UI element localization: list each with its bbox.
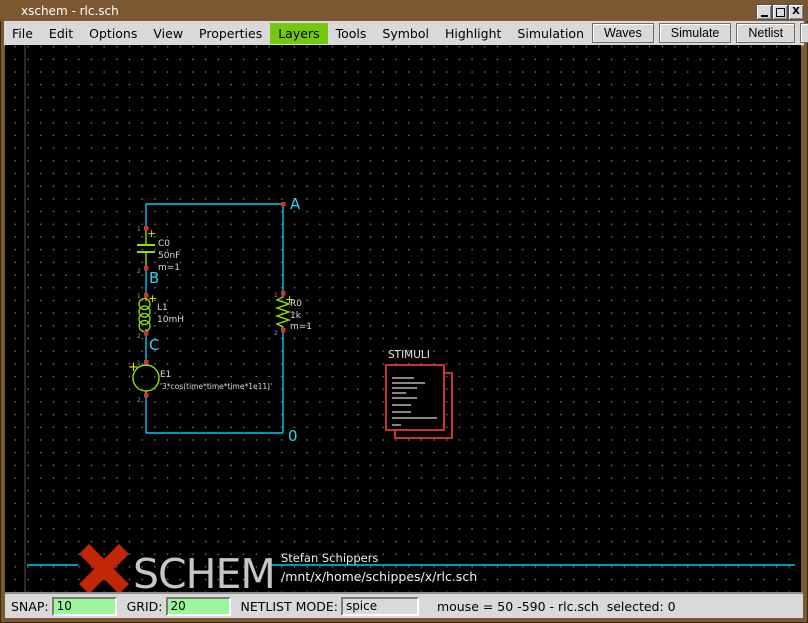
node-label-gnd: 0 <box>288 427 298 445</box>
simulate-button[interactable]: Simulate <box>659 23 732 43</box>
menu-item-options[interactable]: Options <box>81 23 145 44</box>
schematic-drawing: + 1 2 C0 50nF m=1 + <box>5 45 801 592</box>
menu-item-simulation[interactable]: Simulation <box>509 23 592 44</box>
status-bar: SNAP: GRID: NETLIST MODE: mouse = 50 -59… <box>5 592 803 618</box>
snap-label: SNAP: <box>11 599 49 614</box>
inductor-symbol[interactable]: + 1 2 L1 10mH <box>137 292 184 340</box>
close-icon[interactable]: X <box>788 4 804 20</box>
menu-item-tools[interactable]: Tools <box>328 23 375 44</box>
pin-number: 1 <box>137 360 141 367</box>
pin-square <box>144 393 149 398</box>
maximize-icon[interactable] <box>772 4 788 20</box>
pin-number: 2 <box>137 397 141 404</box>
node-label-a: A <box>290 195 301 213</box>
capacitor-symbol[interactable]: + 1 2 C0 50nF m=1 <box>137 226 180 275</box>
grid-input[interactable] <box>166 597 231 616</box>
pin-square <box>144 266 149 271</box>
plus-mark: + <box>147 227 156 240</box>
pin-square <box>281 328 286 333</box>
xschem-logo: SCHEM <box>84 549 275 592</box>
logo-text: SCHEM <box>133 550 275 592</box>
menu-item-symbol[interactable]: Symbol <box>374 23 437 44</box>
pin-square <box>144 360 149 365</box>
schematic-canvas[interactable]: + 1 2 C0 50nF m=1 + <box>5 45 801 592</box>
menu-bar: File Edit Options View Properties Layers… <box>4 21 804 46</box>
capacitor-mult: m=1 <box>158 263 180 273</box>
snap-input[interactable] <box>52 597 117 616</box>
plus-mark: + <box>148 292 157 305</box>
waves-button[interactable]: Waves <box>592 23 654 43</box>
xschem-window: xschem - rlc.sch X File Edit Options Vie… <box>0 0 808 623</box>
capacitor-ref: C0 <box>158 239 170 249</box>
pin-square <box>281 202 286 207</box>
pin-number: 1 <box>137 293 141 300</box>
menu-item-file[interactable]: File <box>4 23 41 44</box>
netlist-mode-input[interactable] <box>341 597 419 616</box>
window-title: xschem - rlc.sch <box>21 4 119 18</box>
pin-number: 2 <box>274 330 278 337</box>
resistor-symbol[interactable]: + 1 2 R0 1k m=1 <box>274 291 312 337</box>
menu-item-view[interactable]: View <box>145 23 191 44</box>
stimuli-label: STIMULI <box>388 349 430 361</box>
node-label-b: B <box>149 269 159 287</box>
inductor-value: 10mH <box>157 315 184 325</box>
netlist-mode-label: NETLIST MODE: <box>241 599 338 614</box>
pin-number: 2 <box>137 333 141 340</box>
pin-number: 2 <box>137 268 141 275</box>
menu-item-edit[interactable]: Edit <box>41 23 81 44</box>
minimize-icon[interactable] <box>756 4 772 20</box>
grid-label: GRID: <box>127 599 163 614</box>
inductor-ref: L1 <box>157 303 168 313</box>
resistor-ref: R0 <box>290 299 302 309</box>
logo-x-icon <box>84 549 124 589</box>
menu-item-layers[interactable]: Layers <box>270 23 327 44</box>
netlist-button[interactable]: Netlist <box>736 23 795 43</box>
mouse-status-text: mouse = 50 -590 - rlc.sch selected: 0 <box>437 599 676 614</box>
menu-item-highlight[interactable]: Highlight <box>437 23 509 44</box>
pin-number: 1 <box>137 226 141 233</box>
title-bar[interactable]: xschem - rlc.sch X <box>0 0 808 21</box>
file-path-text: /mnt/x/home/schippes/x/rlc.sch <box>281 569 477 584</box>
pin-square <box>144 331 149 336</box>
voltage-source-symbol[interactable]: + 1 2 E1 '3*cos(time*time*time*1e11)' <box>128 360 272 404</box>
source-value: '3*cos(time*time*time*1e11)' <box>160 382 272 391</box>
capacitor-value: 50nF <box>158 251 180 261</box>
resistor-value: 1k <box>290 311 302 321</box>
resistor-mult: m=1 <box>290 322 312 332</box>
help-button[interactable]: Help <box>800 23 808 43</box>
node-label-c: C <box>149 336 159 354</box>
source-ref: E1 <box>160 370 171 380</box>
author-text: Stefan Schippers <box>281 551 378 565</box>
menu-item-properties[interactable]: Properties <box>191 23 270 44</box>
pin-number: 1 <box>274 292 278 299</box>
stimuli-block[interactable]: STIMULI <box>386 349 452 438</box>
